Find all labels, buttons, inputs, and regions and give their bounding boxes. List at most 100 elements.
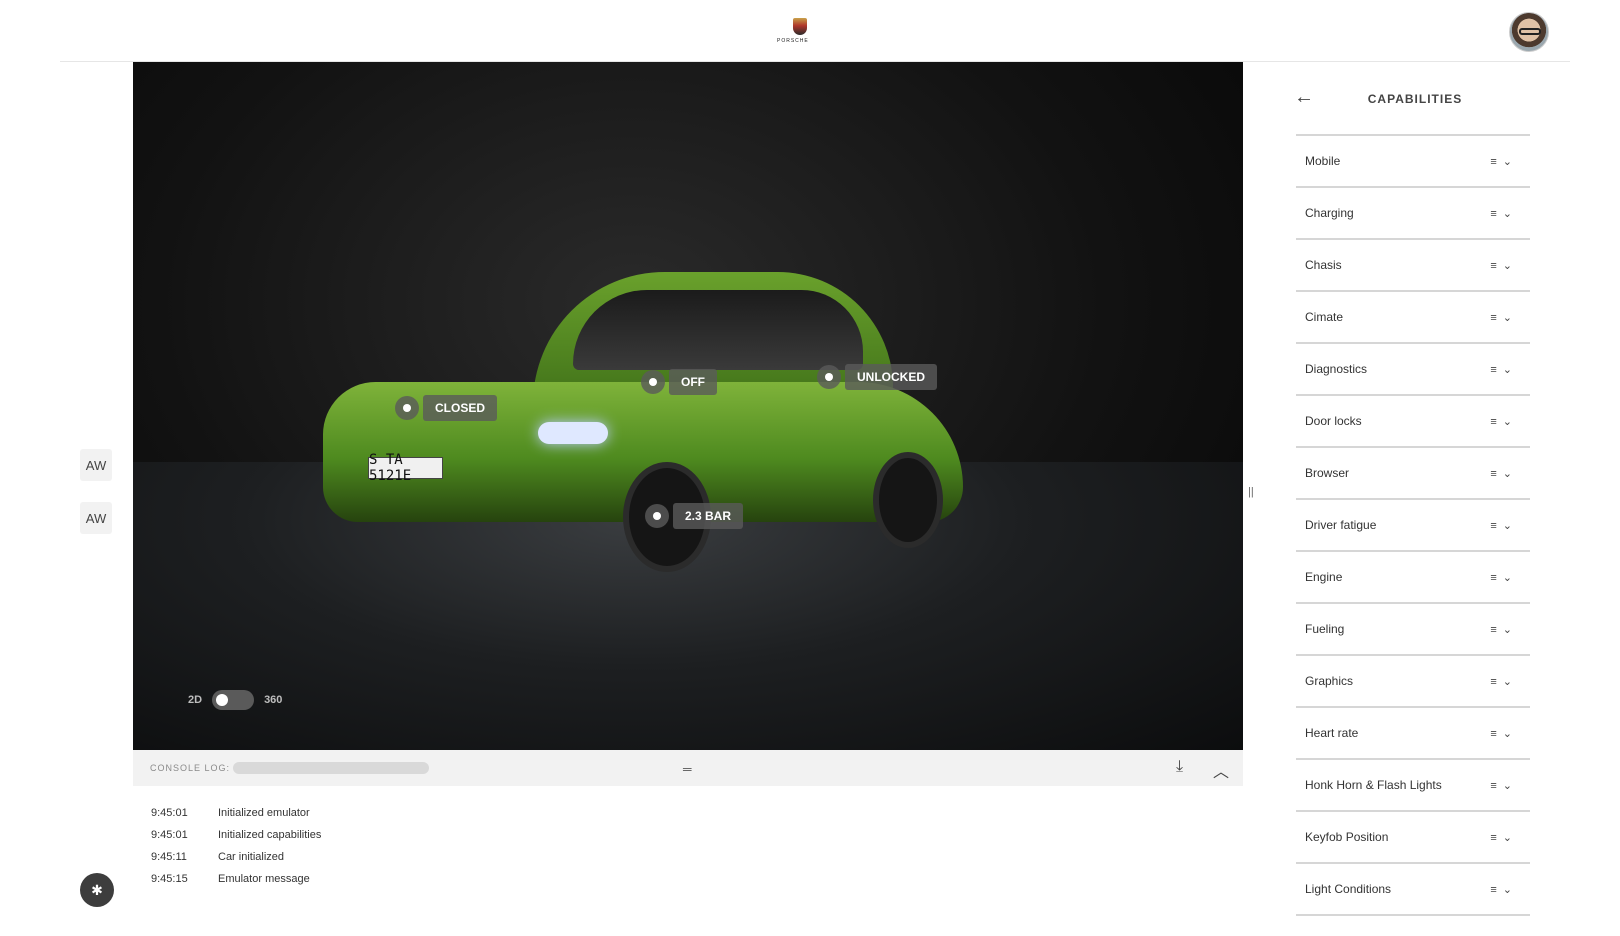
chevron-up-icon[interactable]: ︿ xyxy=(1213,758,1229,782)
view-mode-toggle[interactable]: 2D 360 xyxy=(188,690,282,710)
capability-item[interactable]: Diagnostics ≡⌄ xyxy=(1296,344,1530,396)
tag-tire[interactable]: 2.3 BAR xyxy=(645,503,744,529)
capability-item[interactable]: Light Conditions ≡⌄ xyxy=(1296,864,1530,916)
tag-dot-icon xyxy=(395,396,419,420)
capability-label: Door locks xyxy=(1305,414,1362,428)
drag-expand-icons[interactable]: ≡⌄ xyxy=(1490,831,1518,844)
download-icon[interactable]: ⤓ xyxy=(1176,758,1183,776)
car-viewer[interactable]: S TA 5121E CLOSED OFF UNLOCKED 2.3 BAR 2… xyxy=(133,62,1243,750)
drag-expand-icons[interactable]: ≡⌄ xyxy=(1490,675,1518,688)
capability-label: Charging xyxy=(1305,206,1354,220)
capability-item[interactable]: Cimate ≡⌄ xyxy=(1296,292,1530,344)
resize-grip-icon[interactable]: ═ xyxy=(683,762,692,776)
capability-list: Mobile ≡⌄ Charging ≡⌄ Chasis ≡⌄ Cimate ≡⌄ Di… xyxy=(1296,134,1530,916)
tag-hood-label: CLOSED xyxy=(423,395,498,421)
capability-label: Engine xyxy=(1305,570,1343,584)
mode-360-label: 360 xyxy=(264,694,283,706)
log-message: Car initialized xyxy=(218,851,285,863)
capability-label: Honk Horn & Flash Lights xyxy=(1305,778,1442,792)
log-time: 9:45:11 xyxy=(151,851,187,863)
tag-tire-label: 2.3 BAR xyxy=(673,503,744,529)
console-header: CONSOLE LOG: ═ ⤓ ︿ xyxy=(133,750,1243,786)
log-time: 9:45:01 xyxy=(151,807,188,819)
car-window xyxy=(573,290,863,370)
capabilities-panel: ← CAPABILITIES Mobile ≡⌄ Charging ≡⌄ Chasi… xyxy=(1262,62,1568,936)
capability-label: Cimate xyxy=(1305,310,1344,324)
capability-label: Chasis xyxy=(1305,258,1342,272)
mode-2d-label: 2D xyxy=(188,694,203,706)
user-avatar[interactable] xyxy=(1509,12,1549,52)
capability-label: Diagnostics xyxy=(1305,362,1368,376)
log-message: Emulator message xyxy=(218,873,310,885)
aw-button-1[interactable]: AW xyxy=(80,449,112,481)
capability-item[interactable]: Door locks ≡⌄ xyxy=(1296,396,1530,448)
drag-expand-icons[interactable]: ≡⌄ xyxy=(1490,467,1518,480)
capability-label: Browser xyxy=(1305,466,1350,480)
log-time: 9:45:01 xyxy=(151,829,188,841)
drag-expand-icons[interactable]: ≡⌄ xyxy=(1490,363,1518,376)
console-log: 9:45:01 Initialized emulator 9:45:01 Initi… xyxy=(133,786,1243,936)
drag-expand-icons[interactable]: ≡⌄ xyxy=(1490,779,1518,792)
rear-wheel xyxy=(873,452,943,548)
log-row: 9:45:15 Emulator message xyxy=(151,873,310,885)
drag-expand-icons[interactable]: ≡⌄ xyxy=(1490,571,1518,584)
logo-wordmark: PORSCHE xyxy=(777,38,809,44)
headlight xyxy=(538,422,608,444)
capability-label: Heart rate xyxy=(1305,726,1359,740)
tag-doors[interactable]: UNLOCKED xyxy=(817,364,937,390)
drag-expand-icons[interactable]: ≡⌄ xyxy=(1490,259,1518,272)
capability-item[interactable]: Engine ≡⌄ xyxy=(1296,552,1530,604)
drag-expand-icons[interactable]: ≡⌄ xyxy=(1490,883,1518,896)
capability-item[interactable]: Heart rate ≡⌄ xyxy=(1296,708,1530,760)
log-message: Initialized capabilities xyxy=(218,829,322,841)
aw-button-2[interactable]: AW xyxy=(80,502,112,534)
capability-label: Driver fatigue xyxy=(1305,518,1377,532)
capability-item[interactable]: Fueling ≡⌄ xyxy=(1296,604,1530,656)
capability-item[interactable]: Chasis ≡⌄ xyxy=(1296,240,1530,292)
drag-expand-icons[interactable]: ≡⌄ xyxy=(1490,623,1518,636)
capability-label: Fueling xyxy=(1305,622,1345,636)
log-message: Initialized emulator xyxy=(218,807,310,819)
tag-dot-icon xyxy=(641,370,665,394)
log-row: 9:45:01 Initialized capabilities xyxy=(151,829,321,841)
panel-title: CAPABILITIES xyxy=(1367,92,1463,106)
tag-lights[interactable]: OFF xyxy=(641,369,717,395)
tag-dot-icon xyxy=(817,365,841,389)
capability-item[interactable]: Graphics ≡⌄ xyxy=(1296,656,1530,708)
capability-item[interactable]: Keyfob Position ≡⌄ xyxy=(1296,812,1530,864)
capability-item[interactable]: Charging ≡⌄ xyxy=(1296,188,1530,240)
porsche-logo[interactable]: PORSCHE xyxy=(775,18,825,46)
log-row: 9:45:01 Initialized emulator xyxy=(151,807,310,819)
console-label: CONSOLE LOG: xyxy=(150,763,231,773)
drag-expand-icons[interactable]: ≡⌄ xyxy=(1490,727,1518,740)
capability-label: Light Conditions xyxy=(1305,882,1392,896)
glasses-icon xyxy=(1519,28,1541,35)
tag-lights-label: OFF xyxy=(669,369,717,395)
capability-label: Graphics xyxy=(1305,674,1354,688)
drag-expand-icons[interactable]: ≡⌄ xyxy=(1490,311,1518,324)
splitter-handle[interactable]: || xyxy=(1248,486,1254,498)
bluetooth-button[interactable]: ✱ xyxy=(80,873,114,907)
log-row: 9:45:11 Car initialized xyxy=(151,851,284,863)
drag-expand-icons[interactable]: ≡⌄ xyxy=(1490,155,1518,168)
bluetooth-icon: ✱ xyxy=(91,881,103,898)
drag-expand-icons[interactable]: ≡⌄ xyxy=(1490,415,1518,428)
crest-icon xyxy=(793,18,807,35)
tag-dot-icon xyxy=(645,504,669,528)
tag-doors-label: UNLOCKED xyxy=(845,364,937,390)
top-bar: PORSCHE xyxy=(0,0,1620,62)
console-filter[interactable] xyxy=(233,762,429,774)
capability-item[interactable]: Mobile ≡⌄ xyxy=(1296,136,1530,188)
capability-item[interactable]: Driver fatigue ≡⌄ xyxy=(1296,500,1530,552)
drag-expand-icons[interactable]: ≡⌄ xyxy=(1490,207,1518,220)
capability-label: Keyfob Position xyxy=(1305,830,1389,844)
drag-expand-icons[interactable]: ≡⌄ xyxy=(1490,519,1518,532)
tag-hood[interactable]: CLOSED xyxy=(395,395,498,421)
capability-label: Mobile xyxy=(1305,154,1341,168)
mode-switch[interactable] xyxy=(212,690,255,710)
car-model[interactable]: S TA 5121E xyxy=(323,272,963,602)
capability-item[interactable]: Honk Horn & Flash Lights ≡⌄ xyxy=(1296,760,1530,812)
panel-header: ← CAPABILITIES xyxy=(1262,62,1568,132)
license-plate: S TA 5121E xyxy=(368,452,443,484)
capability-item[interactable]: Browser ≡⌄ xyxy=(1296,448,1530,500)
